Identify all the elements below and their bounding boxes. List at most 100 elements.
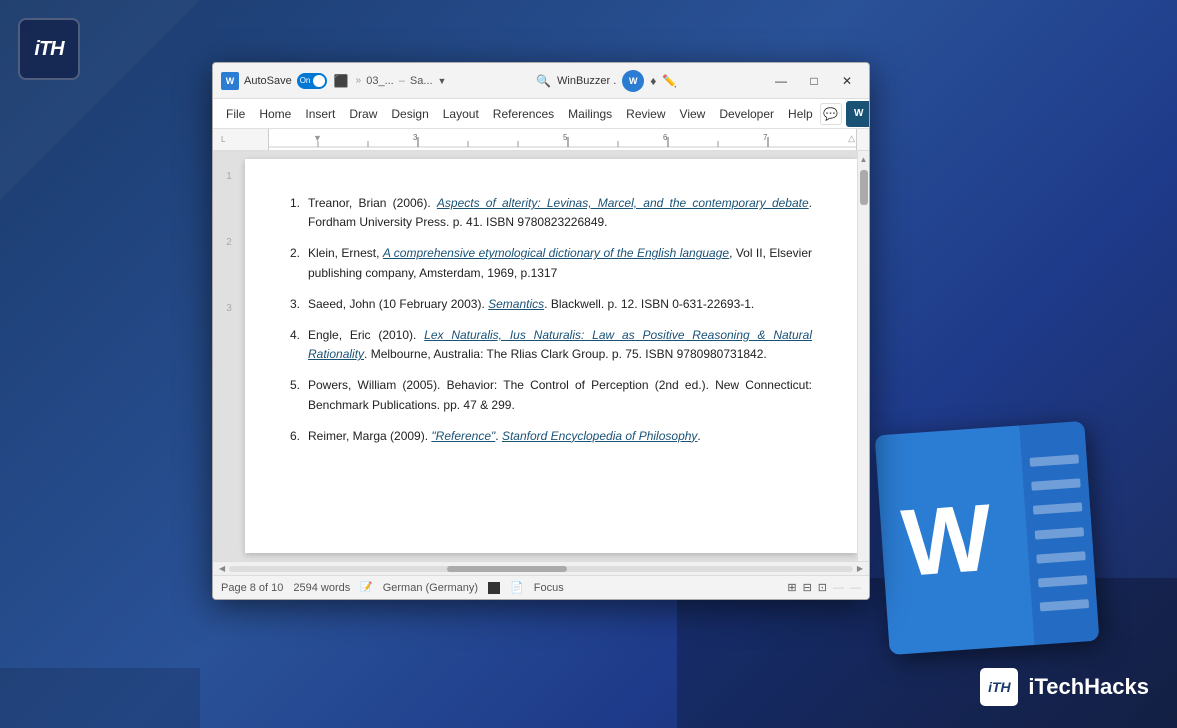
app-title: WinBuzzer . (557, 75, 616, 87)
reference-item-3: 3. Saeed, John (10 February 2003). Seman… (290, 295, 812, 314)
focus-label[interactable]: Focus (534, 582, 564, 594)
page-info: Page 8 of 10 (221, 582, 283, 594)
menu-item-draw[interactable]: Draw (342, 103, 384, 125)
brand-logo: iTH (980, 668, 1018, 706)
ref-6-sep: . (495, 429, 502, 443)
ref-3-text-before: Saeed, John (10 February 2003). (308, 297, 488, 311)
word-count: 2594 words (293, 582, 350, 594)
menu-item-references[interactable]: References (486, 103, 561, 125)
ref-content-3: Saeed, John (10 February 2003). Semantic… (308, 295, 812, 314)
zoom-separator2: — (850, 582, 861, 594)
ref-content-2: Klein, Ernest, A comprehensive etymologi… (308, 244, 812, 282)
brand-name: iTechHacks (1028, 674, 1149, 700)
dropdown-arrow[interactable]: ▼ (438, 76, 447, 86)
ref-3-link[interactable]: Semantics (488, 297, 544, 311)
focus-mode[interactable]: 📄 (510, 581, 524, 594)
document-area: 1 2 3 1. Treanor, Brian (2006). Aspects … (213, 151, 869, 561)
maximize-button[interactable]: □ (800, 70, 828, 92)
reference-item-2: 2. Klein, Ernest, A comprehensive etymol… (290, 244, 812, 282)
proofread-icon: 📝 (360, 582, 372, 593)
ref-num-6: 6. (290, 427, 308, 446)
svg-text:5: 5 (563, 133, 568, 142)
ref-3-text-after: . Blackwell. p. 12. ISBN 0-631-22693-1. (544, 297, 754, 311)
hscroll-thumb[interactable] (447, 566, 567, 572)
scrollbar-horizontal[interactable]: ◀ ▶ (213, 561, 869, 575)
ref-num-4: 4. (290, 326, 308, 364)
layout-icon-2[interactable]: ⊟ (803, 581, 812, 594)
ref-6-link1[interactable]: "Reference" (431, 429, 495, 443)
close-button[interactable]: ✕ (833, 70, 861, 92)
menu-bar: File Home Insert Draw Design Layout Refe… (213, 99, 869, 129)
scrollbar-vertical[interactable]: ▲ (857, 151, 869, 561)
title-bar: W AutoSave On ⬛ » 03_... – Sa... ▼ 🔍 Win… (213, 63, 869, 99)
comment-button[interactable]: 💬 (820, 103, 842, 125)
ref-6-text-after2: . (697, 429, 700, 443)
diamond-icon: ♦ (650, 74, 656, 88)
layout-icon-3[interactable]: ⊡ (818, 581, 827, 594)
minimize-button[interactable]: — (767, 70, 795, 92)
scroll-left-arrow[interactable]: ◀ (219, 564, 225, 573)
reference-item-4: 4. Engle, Eric (2010). Lex Naturalis, Iu… (290, 326, 812, 364)
ref-2-link[interactable]: A comprehensive etymological dictionary … (383, 246, 729, 260)
spell-check-icon (488, 582, 500, 594)
toggle-state: On (300, 76, 311, 85)
menu-item-review[interactable]: Review (619, 103, 672, 125)
ref-content-4: Engle, Eric (2010). Lex Naturalis, Ius N… (308, 326, 812, 364)
ref-4-text-after: . Melbourne, Australia: The Rlias Clark … (364, 347, 767, 361)
autosave-toggle[interactable]: On (297, 73, 327, 89)
reference-item-6: 6. Reimer, Marga (2009). "Reference". St… (290, 427, 812, 446)
ref-num-3: 3. (290, 295, 308, 314)
pen-icon: ✏️ (662, 74, 677, 88)
ref-1-link[interactable]: Aspects of alterity: Levinas, Marcel, an… (437, 196, 809, 210)
ref-num-5: 5. (290, 376, 308, 414)
menu-item-help[interactable]: Help (781, 103, 820, 125)
ref-6-text-before: Reimer, Marga (2009). (308, 429, 431, 443)
ref-num-1: 1. (290, 194, 308, 232)
svg-text:6: 6 (663, 133, 668, 142)
title-filename: 03_... (366, 75, 394, 87)
status-bar: Page 8 of 10 2594 words 📝 German (German… (213, 575, 869, 599)
ref-2-text-before: Klein, Ernest, (308, 246, 383, 260)
document-page: 1. Treanor, Brian (2006). Aspects of alt… (245, 159, 857, 553)
scroll-up-arrow[interactable]: ▲ (858, 153, 869, 166)
ruler-marker-left: L (221, 135, 225, 144)
ref-content-1: Treanor, Brian (2006). Aspects of alteri… (308, 194, 812, 232)
toolbar-icon-redo: » (356, 75, 362, 86)
ref-6-link2[interactable]: Stanford Encyclopedia of Philosophy (502, 429, 697, 443)
menu-item-mailings[interactable]: Mailings (561, 103, 619, 125)
ref-1-text-before: Treanor, Brian (2006). (308, 196, 437, 210)
menu-item-file[interactable]: File (219, 103, 252, 125)
menu-item-home[interactable]: Home (252, 103, 298, 125)
scroll-right-arrow[interactable]: ▶ (857, 564, 863, 573)
menu-item-view[interactable]: View (673, 103, 713, 125)
svg-text:7: 7 (763, 133, 768, 142)
menu-item-design[interactable]: Design (384, 103, 435, 125)
toolbar-icon-save[interactable]: ⬛ (332, 72, 351, 90)
word-letter: W (898, 483, 995, 598)
hscroll-track[interactable] (229, 566, 853, 572)
user-ribbon-avatar: W (846, 101, 870, 127)
svg-text:3: 3 (413, 133, 418, 142)
menu-item-layout[interactable]: Layout (436, 103, 486, 125)
brand-bottomright: iTH iTechHacks (980, 668, 1149, 706)
ruler-marker-indent: ▼ (313, 133, 322, 143)
ref-4-the: The (487, 347, 508, 361)
language: German (Germany) (383, 582, 478, 594)
ruler-marker-right: △ (848, 133, 855, 144)
search-icon: 🔍 (536, 74, 551, 88)
left-margin: 1 2 3 (213, 151, 245, 561)
word-document-icon: W (875, 421, 1100, 655)
ref-content-6: Reimer, Marga (2009). "Reference". Stanf… (308, 427, 812, 446)
layout-icon-1[interactable]: ⊞ (787, 581, 796, 594)
menu-item-insert[interactable]: Insert (298, 103, 342, 125)
word-app-icon: W (221, 72, 239, 90)
menu-item-developer[interactable]: Developer (712, 103, 781, 125)
reference-item-1: 1. Treanor, Brian (2006). Aspects of alt… (290, 194, 812, 232)
reference-item-5: 5. Powers, William (2005). Behavior: The… (290, 376, 812, 414)
logo-topleft: iTH (18, 18, 80, 80)
title-docname: Sa... (410, 75, 433, 87)
logo-text: iTH (34, 38, 63, 61)
word-window: W AutoSave On ⬛ » 03_... – Sa... ▼ 🔍 Win… (212, 62, 870, 600)
scrollbar-thumb[interactable] (860, 170, 868, 205)
ruler: 3 5 6 7 L ▼ △ (213, 129, 869, 151)
